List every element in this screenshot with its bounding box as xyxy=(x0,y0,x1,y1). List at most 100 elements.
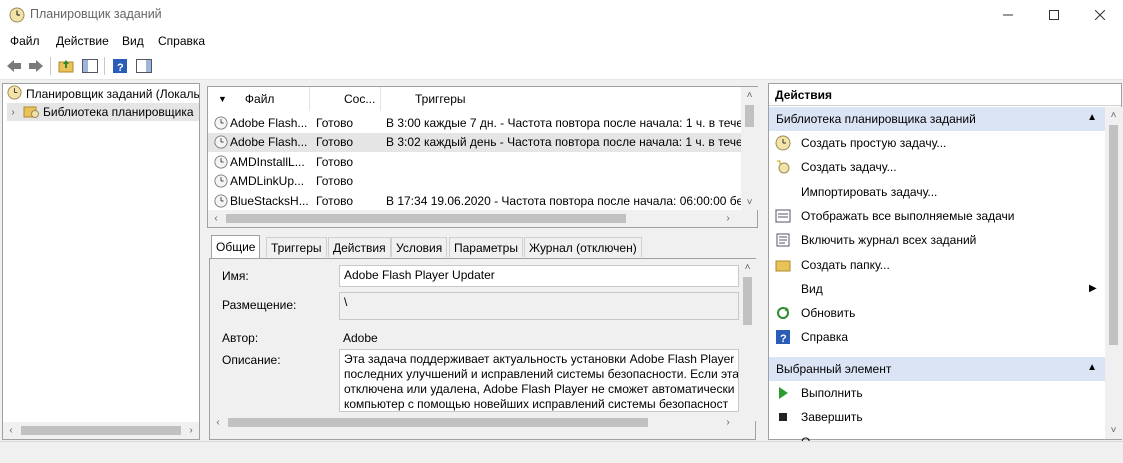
chevron-right-icon[interactable]: › xyxy=(7,107,19,118)
action-item[interactable]: Создать задачу... xyxy=(775,155,1100,179)
action-item[interactable]: Включить журнал всех заданий xyxy=(775,228,1100,252)
section-header-library[interactable]: Библиотека планировщика заданий ▲ xyxy=(769,107,1105,131)
folder-clock-icon xyxy=(23,104,39,121)
task-name: Adobe Flash... xyxy=(230,115,308,130)
section-header-selected-item[interactable]: Выбранный элемент ▲ xyxy=(769,357,1105,381)
actions-vertical-scrollbar[interactable]: ˄ ˅ xyxy=(1105,107,1122,439)
action-label: Выполнить xyxy=(801,386,863,400)
scroll-right-icon[interactable]: › xyxy=(720,210,736,227)
show-hide-action-pane-icon[interactable] xyxy=(134,56,154,76)
scroll-right-icon[interactable]: › xyxy=(720,414,736,431)
scroll-thumb[interactable] xyxy=(21,426,181,435)
tree-horizontal-scrollbar[interactable]: ‹ › xyxy=(3,422,199,439)
menu-help[interactable]: Справка xyxy=(158,34,205,48)
description-field[interactable]: Эта задача поддерживает актуальность уст… xyxy=(339,349,739,412)
action-item[interactable]: Отображать все выполняемые задачи xyxy=(775,204,1100,228)
tab-settings[interactable]: Параметры xyxy=(449,237,523,257)
scroll-thumb[interactable] xyxy=(743,277,752,325)
action-item[interactable]: Завершить xyxy=(775,405,1100,429)
close-button[interactable] xyxy=(1077,0,1123,30)
action-label: Создать простую задачу... xyxy=(801,136,947,150)
action-item[interactable]: Создать папку... xyxy=(775,253,1100,277)
action-label: Отображать все выполняемые задачи xyxy=(801,208,1015,223)
action-label: Импортировать задачу... xyxy=(801,184,938,199)
table-row[interactable]: AMDInstallL... Готово xyxy=(208,152,742,172)
action-item[interactable]: Создать простую задачу... xyxy=(775,131,1100,155)
table-row[interactable]: AMDLinkUp... Готово xyxy=(208,172,742,192)
console-tree: Планировщик заданий (Локаль › Библиотека… xyxy=(2,83,200,440)
task-list-horizontal-scrollbar[interactable]: ‹ › xyxy=(208,210,757,227)
tab-triggers[interactable]: Триггеры xyxy=(266,237,327,257)
menu-action[interactable]: Действие xyxy=(56,34,109,48)
action-label: Завершить xyxy=(801,410,863,425)
column-header-triggers[interactable]: Триггеры xyxy=(381,87,742,111)
tree-item-library[interactable]: › Библиотека планировщика xyxy=(7,103,199,121)
tree-root[interactable]: Планировщик заданий (Локаль xyxy=(7,85,199,103)
svg-text:?: ? xyxy=(117,62,124,74)
create-task-icon xyxy=(775,159,791,175)
scroll-right-icon[interactable]: › xyxy=(183,422,199,439)
collapse-up-icon[interactable]: ▲ xyxy=(1087,362,1097,373)
forward-arrow-icon[interactable] xyxy=(26,56,46,76)
action-item[interactable]: Обновить xyxy=(775,301,1100,325)
action-label: Включить журнал всех заданий xyxy=(801,233,977,248)
history-icon xyxy=(775,232,791,248)
properties-vertical-scrollbar[interactable]: ˄ xyxy=(739,259,756,421)
toolbar-separator xyxy=(50,57,51,75)
description-label: Описание: xyxy=(222,353,281,367)
task-status: Готово xyxy=(316,115,354,130)
author-value: Adobe xyxy=(343,331,378,345)
menu-file[interactable]: Файл xyxy=(10,34,40,48)
scroll-left-icon[interactable]: ‹ xyxy=(3,422,19,439)
maximize-button[interactable] xyxy=(1031,0,1077,30)
scroll-left-icon[interactable]: ‹ xyxy=(208,210,224,227)
help-icon[interactable]: ? xyxy=(110,56,130,76)
task-list: ▼ Файл Сос... Триггеры Adobe Flash... Гот… xyxy=(207,86,758,228)
menu-view[interactable]: Вид xyxy=(122,34,144,48)
actions-pane-title: Действия xyxy=(769,84,1121,106)
menu-bar: Файл Действие Вид Справка xyxy=(0,30,1123,52)
scroll-up-icon[interactable]: ˄ xyxy=(741,87,758,103)
scroll-up-icon[interactable]: ˄ xyxy=(739,259,756,275)
folder-up-icon[interactable] xyxy=(56,56,76,76)
task-name: Adobe Flash... xyxy=(230,135,308,150)
collapse-up-icon[interactable]: ▲ xyxy=(1087,112,1097,123)
action-item[interactable]: ? Справка xyxy=(775,325,1100,349)
table-row[interactable]: Adobe Flash... Готово В 3:02 каждый день -… xyxy=(208,132,742,152)
scroll-up-icon[interactable]: ˄ xyxy=(1105,107,1122,123)
scroll-thumb[interactable] xyxy=(226,214,626,223)
scroll-left-icon[interactable]: ‹ xyxy=(210,414,226,431)
task-status: Готово xyxy=(316,154,354,169)
scroll-thumb[interactable] xyxy=(745,105,754,127)
action-label: Обновить xyxy=(801,306,856,321)
action-label: Справка xyxy=(801,330,849,345)
task-name: AMDLinkUp... xyxy=(230,174,305,189)
task-list-vertical-scrollbar[interactable]: ˄ ˅ xyxy=(741,87,758,210)
table-row[interactable]: BlueStacksH... Готово В 17:34 19.06.2020 -… xyxy=(208,191,742,211)
task-clock-icon xyxy=(208,135,230,149)
tab-actions[interactable]: Действия xyxy=(328,237,391,257)
table-row[interactable]: Adobe Flash... Готово В 3:00 каждые 7 дн. … xyxy=(208,113,742,133)
task-list-header: ▼ Файл Сос... Триггеры xyxy=(208,87,742,111)
scroll-down-icon[interactable]: ˅ xyxy=(1105,422,1122,438)
tab-history[interactable]: Журнал (отключен) xyxy=(524,237,642,257)
scroll-down-icon[interactable]: ˅ xyxy=(741,194,758,210)
minimize-button[interactable] xyxy=(985,0,1031,30)
scroll-thumb[interactable] xyxy=(1109,125,1118,345)
title-bar: Планировщик заданий xyxy=(0,0,1123,30)
name-field[interactable]: Adobe Flash Player Updater xyxy=(339,265,739,287)
column-header-status[interactable]: Сос... xyxy=(310,87,381,111)
properties-horizontal-scrollbar[interactable]: ‹ › xyxy=(210,414,740,431)
sort-down-icon: ▼ xyxy=(218,94,227,104)
action-item[interactable]: Выполнить xyxy=(775,381,1100,405)
blank-icon xyxy=(775,184,791,200)
scroll-thumb[interactable] xyxy=(228,418,648,427)
column-header-file[interactable]: ▼ Файл xyxy=(208,87,310,111)
show-hide-tree-icon[interactable] xyxy=(80,56,100,76)
action-item[interactable]: Импортировать задачу... xyxy=(775,180,1100,204)
action-item[interactable]: Вид ▶ xyxy=(775,277,1100,301)
tab-general[interactable]: Общие xyxy=(211,235,261,258)
tab-conditions[interactable]: Условия xyxy=(391,237,448,257)
back-arrow-icon[interactable] xyxy=(4,56,24,76)
task-name: AMDInstallL... xyxy=(230,154,305,169)
